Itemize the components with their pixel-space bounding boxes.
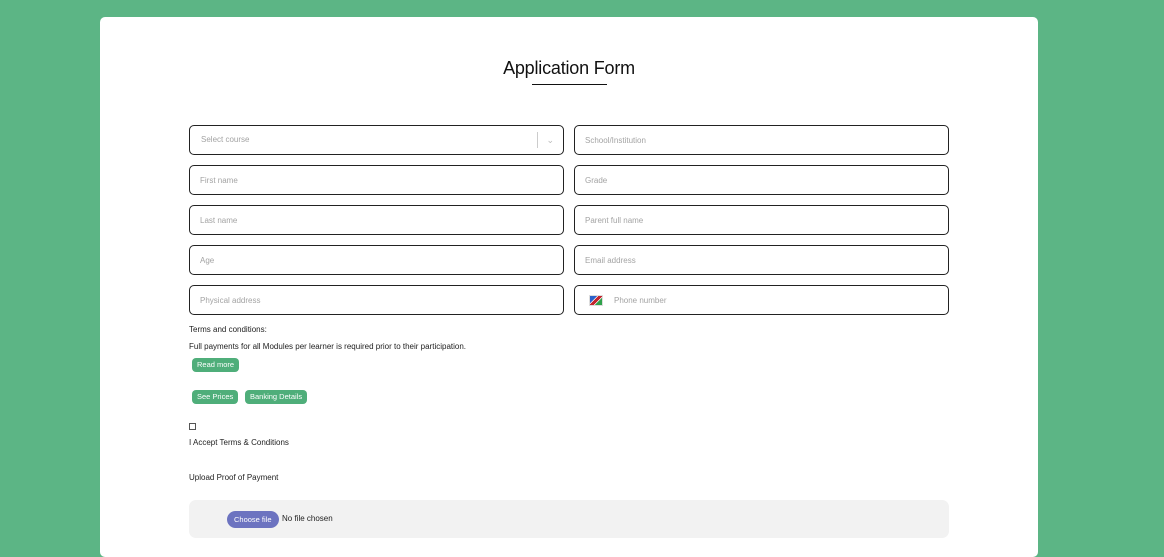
school-input[interactable]	[575, 126, 948, 154]
namibia-flag-icon[interactable]	[589, 295, 603, 306]
upload-label: Upload Proof of Payment	[189, 473, 279, 482]
age-input[interactable]	[190, 246, 563, 274]
grade-input[interactable]	[575, 166, 948, 194]
banking-details-button[interactable]: Banking Details	[245, 390, 308, 404]
parent-name-field[interactable]	[574, 205, 949, 235]
accept-terms-checkbox[interactable]	[189, 423, 196, 430]
select-separator	[537, 132, 538, 148]
first-name-field[interactable]	[189, 165, 564, 195]
course-select[interactable]: Select course ⌄	[189, 125, 564, 155]
phone-field[interactable]	[574, 285, 949, 315]
last-name-input[interactable]	[190, 206, 563, 234]
file-upload-area[interactable]: Choose file No file chosen	[189, 500, 949, 538]
terms-heading: Terms and conditions:	[189, 325, 267, 334]
address-field[interactable]	[189, 285, 564, 315]
last-name-field[interactable]	[189, 205, 564, 235]
file-status: No file chosen	[282, 514, 333, 523]
application-card: Application Form Select course ⌄ Terms a…	[100, 17, 1038, 557]
school-field[interactable]	[574, 125, 949, 155]
address-input[interactable]	[190, 286, 563, 314]
first-name-input[interactable]	[190, 166, 563, 194]
age-field[interactable]	[189, 245, 564, 275]
parent-name-input[interactable]	[575, 206, 948, 234]
phone-input[interactable]	[575, 286, 948, 314]
page-title: Application Form	[503, 58, 635, 78]
accept-terms-label: I Accept Terms & Conditions	[189, 438, 289, 447]
read-more-button[interactable]: Read more	[192, 358, 240, 372]
grade-field[interactable]	[574, 165, 949, 195]
see-prices-button[interactable]: See Prices	[192, 390, 239, 404]
chevron-down-icon[interactable]: ⌄	[546, 132, 554, 148]
email-input[interactable]	[575, 246, 948, 274]
title-underline	[532, 84, 607, 85]
terms-text: Full payments for all Modules per learne…	[189, 342, 467, 351]
choose-file-button[interactable]: Choose file	[227, 511, 279, 528]
course-select-placeholder: Select course	[201, 135, 250, 144]
email-field[interactable]	[574, 245, 949, 275]
